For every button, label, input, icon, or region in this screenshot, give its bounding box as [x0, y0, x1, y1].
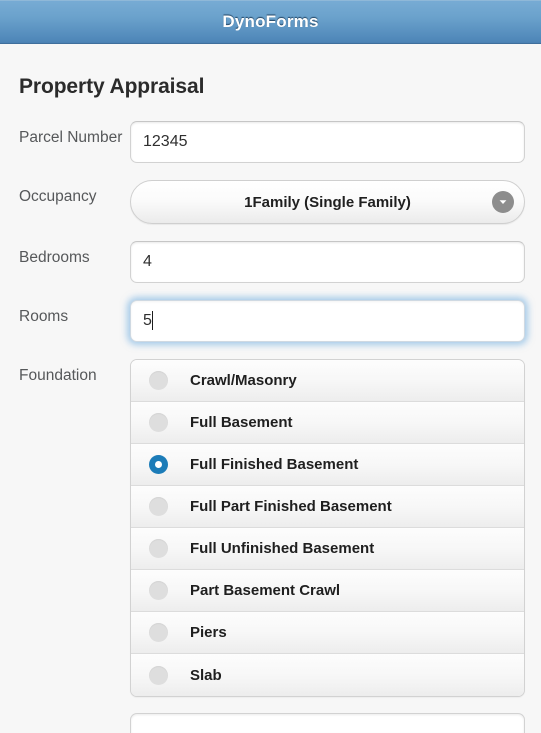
occupancy-select[interactable]: 1Family (Single Family) [130, 180, 525, 224]
field-row-bedrooms: Bedrooms [16, 241, 525, 283]
radio-item-label: Piers [190, 624, 227, 641]
field-row-foundation: Foundation Crawl/Masonry Full Basement Ful… [16, 359, 525, 733]
radio-item[interactable]: Full Basement [131, 402, 524, 444]
radio-item-label: Full Finished Basement [190, 456, 359, 473]
chevron-down-icon [492, 191, 514, 213]
form-body: Property Appraisal Parcel Number Occupan… [0, 75, 541, 733]
rooms-input-wrap [130, 300, 525, 342]
app-title: DynoForms [222, 12, 319, 31]
radio-item[interactable]: Full Unfinished Basement [131, 528, 524, 570]
radio-item-label: Full Part Finished Basement [190, 498, 392, 515]
radio-unselected-icon [149, 581, 168, 600]
radio-selected-icon [149, 455, 168, 474]
field-row-parcel-number: Parcel Number [16, 121, 525, 163]
parcel-number-input[interactable] [130, 121, 525, 163]
control-foundation: Crawl/Masonry Full Basement Full Finished … [130, 359, 525, 733]
label-parcel-number: Parcel Number [19, 129, 123, 146]
radio-unselected-icon [149, 665, 168, 685]
rooms-input[interactable] [130, 300, 525, 342]
radio-item-label: Slab [190, 666, 222, 684]
label-occupancy: Occupancy [19, 188, 97, 205]
field-row-rooms: Rooms [16, 300, 525, 342]
app-header: DynoForms [0, 0, 541, 44]
radio-unselected-icon [149, 371, 168, 390]
radio-item[interactable]: Full Finished Basement [131, 444, 524, 486]
label-foundation: Foundation [19, 367, 97, 384]
label-rooms: Rooms [19, 308, 69, 325]
page-title: Property Appraisal [19, 75, 205, 98]
control-parcel-number [130, 121, 525, 163]
radio-item[interactable]: Piers [131, 612, 524, 654]
radio-item-label: Full Unfinished Basement [190, 540, 375, 557]
bedrooms-input-wrap [130, 241, 525, 283]
radio-unselected-icon [149, 539, 168, 558]
radio-item[interactable]: Part Basement Crawl [131, 570, 524, 612]
bedrooms-input[interactable] [130, 241, 525, 283]
radio-item[interactable]: Slab [131, 654, 524, 696]
next-field-peek[interactable] [130, 713, 525, 733]
radio-item-label: Full Basement [190, 414, 293, 431]
parcel-number-input-wrap [130, 121, 525, 163]
radio-item-label: Crawl/Masonry [190, 372, 297, 389]
label-bedrooms: Bedrooms [19, 249, 90, 266]
radio-unselected-icon [149, 497, 168, 516]
occupancy-selected-value: 1Family (Single Family) [244, 193, 411, 211]
foundation-radio-list: Crawl/Masonry Full Basement Full Finished … [130, 359, 525, 697]
field-row-occupancy: Occupancy 1Family (Single Family) [16, 180, 525, 224]
radio-unselected-icon [149, 413, 168, 432]
radio-unselected-icon [149, 623, 168, 642]
radio-item-label: Part Basement Crawl [190, 582, 341, 599]
control-bedrooms [130, 241, 525, 283]
text-caret [152, 311, 153, 330]
control-occupancy: 1Family (Single Family) [130, 180, 525, 224]
radio-item[interactable]: Full Part Finished Basement [131, 486, 524, 528]
control-rooms [130, 300, 525, 342]
radio-item[interactable]: Crawl/Masonry [131, 360, 524, 402]
